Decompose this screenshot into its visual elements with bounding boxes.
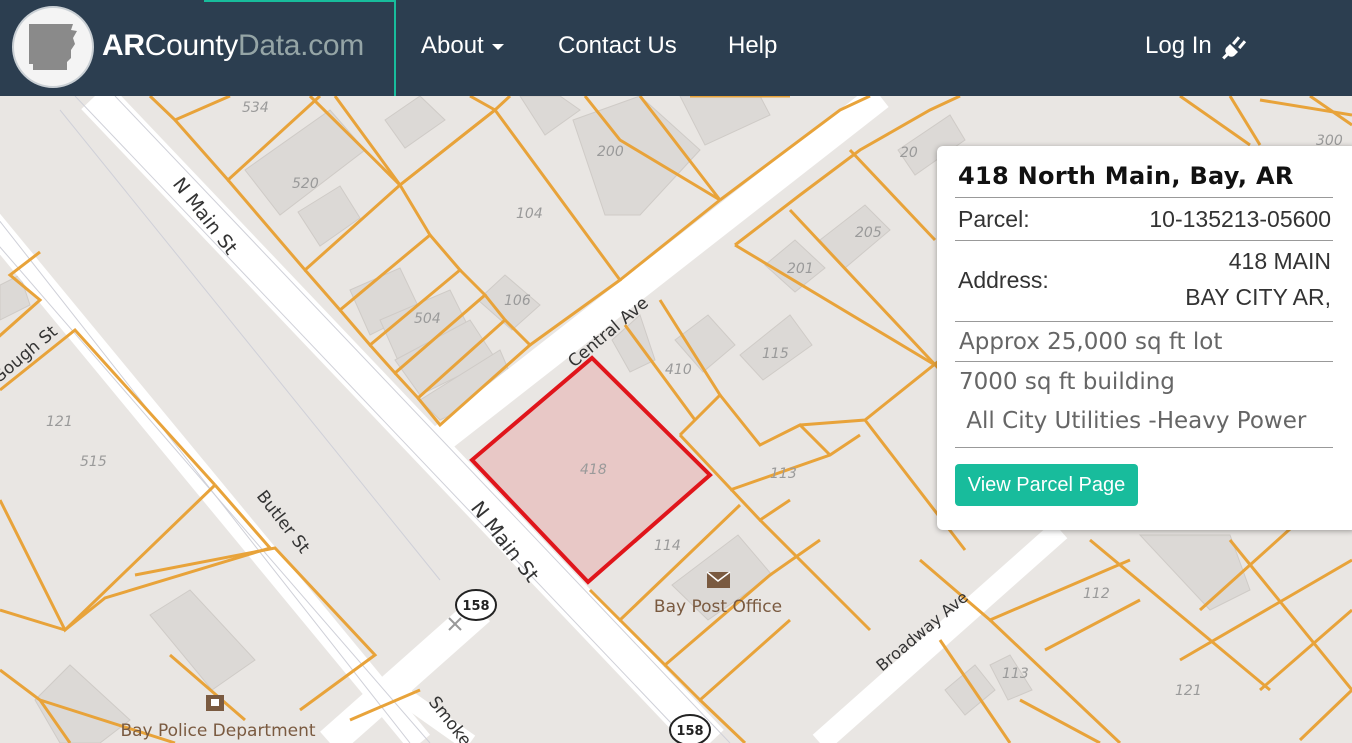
lot-number: 113 — [770, 466, 797, 482]
highway-shield-label: 158 — [676, 724, 703, 739]
parcel-info-popup: 418 North Main, Bay, AR Parcel: 10-13521… — [937, 146, 1352, 530]
brand-active-indicator — [204, 0, 394, 2]
lot-number: 504 — [414, 311, 441, 327]
police-icon — [206, 695, 224, 711]
popup-title: 418 North Main, Bay, AR — [958, 162, 1294, 190]
divider — [955, 447, 1333, 448]
highway-shield-label: 158 — [462, 599, 489, 614]
lot-number: 114 — [654, 538, 681, 554]
lot-number: 410 — [665, 362, 692, 378]
lot-number: 534 — [242, 100, 269, 116]
arkansas-logo-icon[interactable] — [12, 6, 94, 88]
lot-number: 121 — [1175, 683, 1202, 699]
plug-icon — [1222, 35, 1247, 60]
lot-number: 115 — [762, 346, 789, 362]
help-link[interactable]: Help — [728, 30, 777, 62]
about-dropdown[interactable]: About — [421, 30, 504, 62]
lot-number: 205 — [855, 225, 882, 241]
highway-shield-icon: 158 — [669, 714, 711, 743]
top-navbar: ARCountyData.com About Contact Us Help L… — [0, 0, 1352, 96]
mail-icon — [706, 571, 731, 588]
lot-number: 201 — [787, 261, 814, 277]
parcel-value: 10-135213-05600 — [1149, 206, 1331, 232]
brand-ar: AR — [102, 29, 145, 62]
contact-us-link[interactable]: Contact Us — [558, 30, 677, 62]
address-line-1: 418 MAIN — [1228, 248, 1331, 274]
lot-number: 520 — [292, 176, 319, 192]
address-line-2: BAY CITY AR, — [1185, 284, 1331, 310]
view-parcel-page-button[interactable]: View Parcel Page — [955, 464, 1138, 506]
arkansas-state-icon — [29, 24, 77, 70]
brand-dotcom: .com — [300, 29, 364, 62]
divider — [955, 321, 1333, 322]
lot-number: 515 — [80, 454, 107, 470]
lot-number: 113 — [1002, 666, 1029, 682]
brand-link[interactable]: ARCountyData.com — [102, 26, 364, 66]
divider — [955, 197, 1333, 198]
lot-number: 112 — [1083, 586, 1110, 602]
lot-size-note: Approx 25,000 sq ft lot — [959, 329, 1223, 355]
login-link[interactable]: Log In — [1145, 30, 1248, 62]
lot-number: 20 — [900, 145, 918, 161]
utilities-note: All City Utilities -Heavy Power — [959, 408, 1307, 434]
lot-number: 418 — [580, 462, 607, 478]
lot-number: 200 — [597, 144, 624, 160]
parcel-label: Parcel: — [958, 206, 1030, 232]
lot-number: 104 — [516, 206, 543, 222]
lot-number: 106 — [504, 293, 531, 309]
lot-number: 121 — [46, 414, 73, 430]
divider — [955, 240, 1333, 241]
highway-shield-icon: 158 — [455, 589, 497, 621]
poi-post-office-label: Bay Post Office — [654, 597, 782, 617]
brand-data: Data — [238, 29, 301, 62]
divider — [955, 361, 1333, 362]
poi-police-label: Bay Police Department — [120, 721, 315, 741]
address-label: Address: — [958, 267, 1049, 293]
caret-down-icon — [491, 43, 504, 50]
brand-divider — [394, 0, 396, 96]
login-label: Log In — [1145, 32, 1212, 59]
building-size-note: 7000 sq ft building — [959, 369, 1175, 395]
brand-county: County — [144, 29, 239, 62]
about-label: About — [421, 32, 484, 59]
